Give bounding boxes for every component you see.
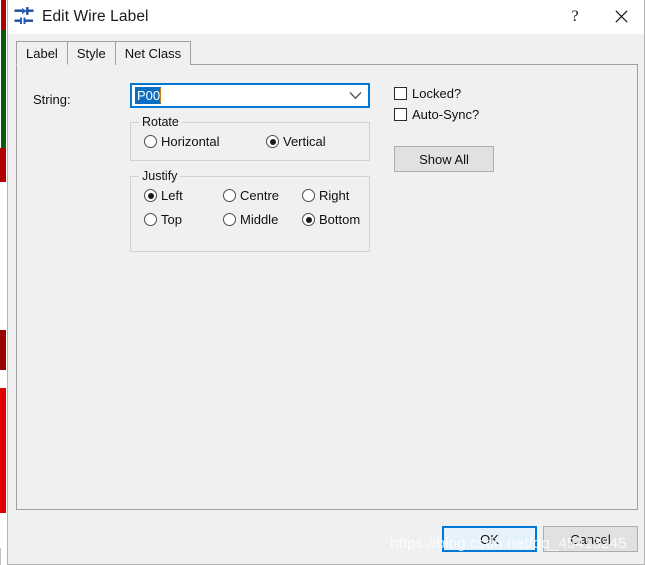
tab-label[interactable]: Label [16, 41, 68, 65]
checkbox-label: Locked? [412, 86, 462, 101]
cancel-button[interactable]: Cancel [543, 526, 638, 552]
radio-label: Vertical [283, 134, 326, 149]
radio-label: Bottom [319, 212, 361, 227]
checkbox-indicator [394, 108, 407, 121]
radio-indicator [266, 135, 279, 148]
radio-label: Top [161, 212, 182, 227]
string-input-value: P00 [135, 86, 162, 104]
radio-label: Right [319, 188, 350, 203]
question-mark-icon: ? [571, 7, 579, 25]
radio-indicator [144, 189, 157, 202]
wire-label-icon [14, 6, 34, 24]
radio-justify-right[interactable]: Right [302, 188, 349, 203]
radio-justify-left[interactable]: Left [144, 188, 183, 203]
ok-button[interactable]: OK [442, 526, 537, 552]
checkbox-label: Auto-Sync? [412, 107, 480, 122]
rotate-group: Rotate Horizontal Vertical [130, 115, 370, 161]
chevron-down-icon[interactable] [342, 85, 368, 106]
close-button[interactable] [598, 0, 644, 33]
tab-style[interactable]: Style [66, 41, 116, 65]
radio-justify-top[interactable]: Top [144, 212, 182, 227]
backdrop-red-wire-bottom [0, 388, 6, 513]
string-input[interactable]: P00 [132, 86, 342, 105]
title-bar: Edit Wire Label ? [8, 0, 644, 34]
radio-label: Left [161, 188, 183, 203]
window-title: Edit Wire Label [42, 7, 149, 25]
string-field-label: String: [33, 92, 71, 107]
tab-net-class[interactable]: Net Class [114, 41, 192, 65]
radio-indicator [144, 213, 157, 226]
radio-label: Middle [240, 212, 279, 227]
close-icon [614, 10, 628, 23]
backdrop-red-wire-lower [0, 330, 6, 370]
justify-group: Justify Left Centre Right Top Middle Bot… [130, 169, 370, 252]
radio-justify-middle[interactable]: Middle [223, 212, 278, 227]
text-caret [160, 87, 162, 103]
justify-group-title: Justify [139, 169, 181, 183]
backdrop-red-wire-mid [0, 148, 6, 182]
radio-label: Horizontal [161, 134, 220, 149]
string-combobox[interactable]: P00 [130, 83, 370, 108]
title-bar-buttons: ? [552, 0, 644, 33]
radio-rotate-vertical[interactable]: Vertical [266, 134, 326, 149]
radio-justify-bottom[interactable]: Bottom [302, 212, 360, 227]
radio-indicator [302, 189, 315, 202]
checkbox-indicator [394, 87, 407, 100]
radio-indicator [302, 213, 315, 226]
show-all-button[interactable]: Show All [394, 146, 494, 172]
help-button[interactable]: ? [552, 0, 598, 33]
radio-indicator [144, 135, 157, 148]
radio-indicator [223, 213, 236, 226]
radio-label: Centre [240, 188, 280, 203]
radio-justify-centre[interactable]: Centre [223, 188, 279, 203]
radio-rotate-horizontal[interactable]: Horizontal [144, 134, 220, 149]
checkbox-locked[interactable]: Locked? [394, 86, 461, 101]
backdrop-red-wire-top [1, 0, 6, 30]
tab-strip: Label Style Net Class [16, 41, 192, 65]
rotate-group-title: Rotate [139, 115, 182, 129]
label-tab-panel: String: P00 Rotate Horizontal Vertical J… [16, 64, 638, 510]
radio-indicator [223, 189, 236, 202]
edit-wire-label-dialog: Edit Wire Label ? Label Style Net Class … [7, 0, 645, 565]
checkbox-auto-sync[interactable]: Auto-Sync? [394, 107, 479, 122]
